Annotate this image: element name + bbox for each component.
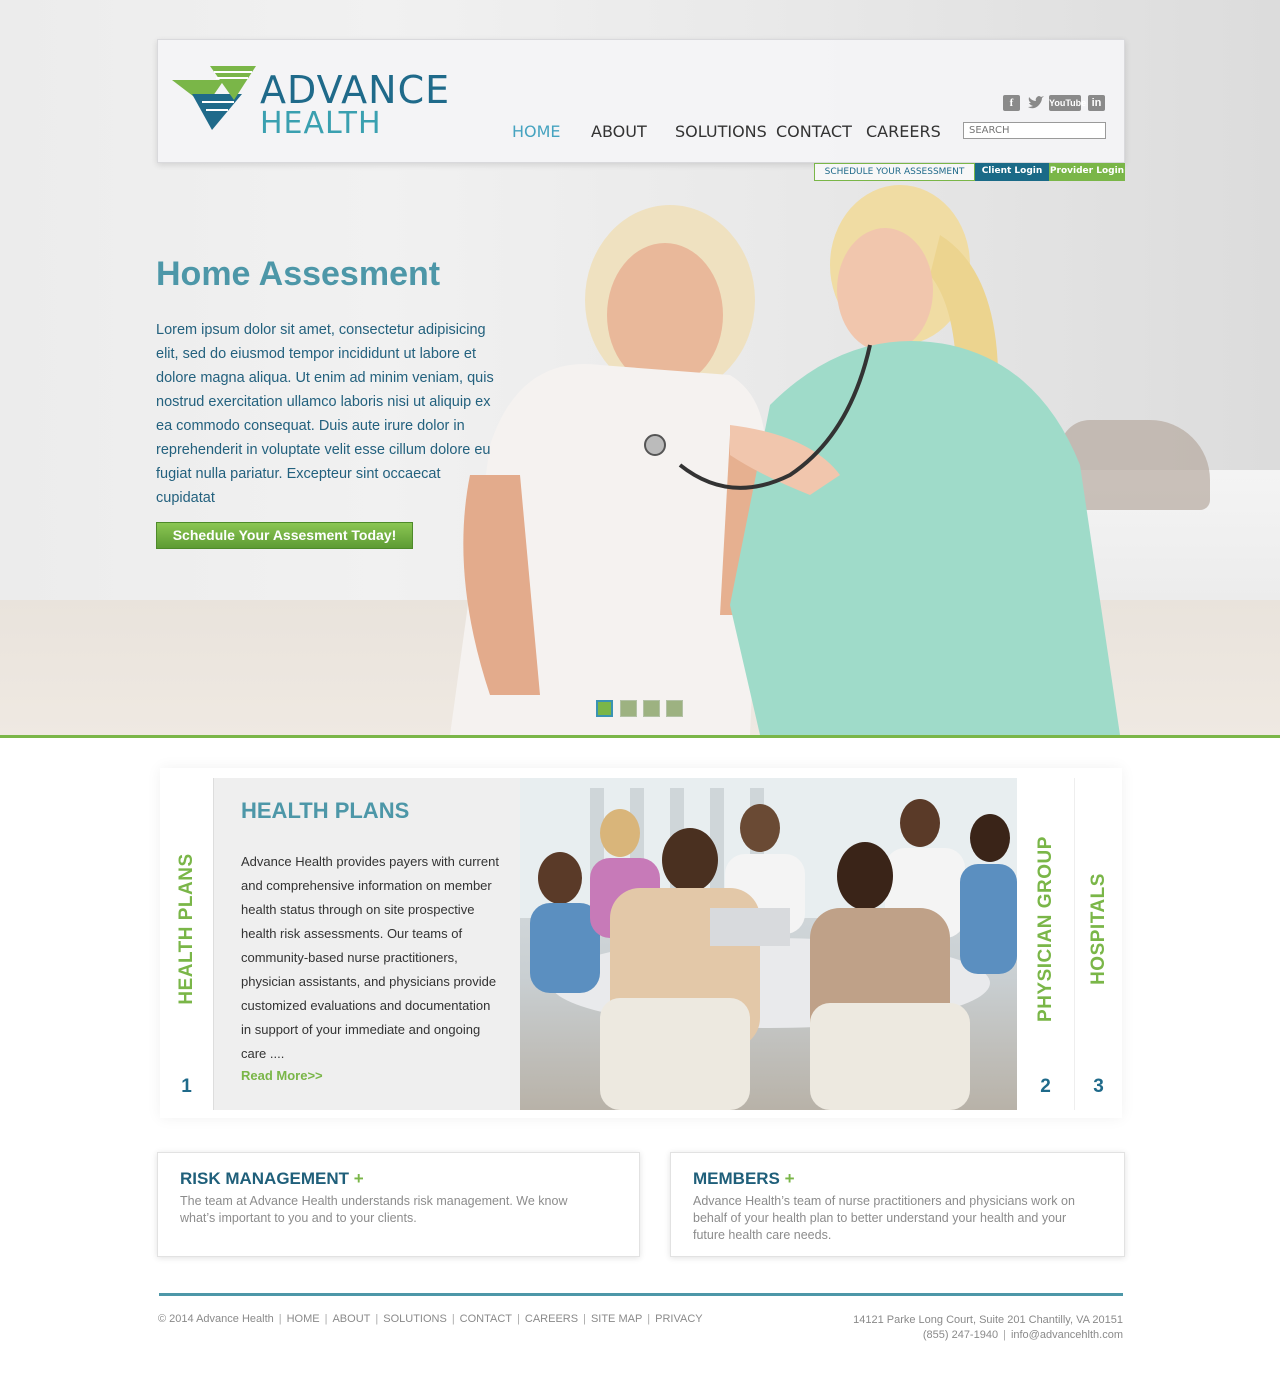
footer-email[interactable]: info@advancehlth.com — [1011, 1329, 1123, 1341]
tab-physician-group[interactable]: PHYSICIAN GROUP 2 — [1017, 778, 1074, 1110]
twitter-bird-glyph — [1028, 96, 1044, 109]
panel-title: HEALTH PLANS — [241, 798, 410, 823]
tab-hospitals[interactable]: HOSPITALS 3 — [1074, 778, 1122, 1110]
footer-link-privacy[interactable]: PRIVACY — [655, 1313, 702, 1325]
hero-bottom-divider — [0, 735, 1280, 738]
panel-body: Advance Health provides payers with curr… — [241, 854, 499, 1061]
risk-management-title-text: RISK MANAGEMENT — [180, 1169, 350, 1188]
provider-login-button[interactable]: Provider Login — [1049, 163, 1125, 181]
footer-link-home[interactable]: HOME — [287, 1313, 320, 1325]
risk-management-body: The team at Advance Health understands r… — [180, 1194, 568, 1225]
footer-link-careers[interactable]: CAREERS — [525, 1313, 578, 1325]
tab-physician-group-number: 2 — [1040, 1076, 1051, 1097]
nav-careers[interactable]: CAREERS — [866, 122, 941, 141]
nav-solutions[interactable]: SOLUTIONS — [675, 122, 767, 141]
tab-health-plans-label: HEALTH PLANS — [175, 853, 197, 1005]
tab-hospitals-number: 3 — [1093, 1076, 1104, 1097]
footer-link-about[interactable]: ABOUT — [332, 1313, 370, 1325]
tab-health-plans[interactable]: HEALTH PLANS 1 — [160, 778, 213, 1110]
hero-body: Lorem ipsum dolor sit amet, consectetur … — [156, 322, 494, 506]
footer-link-solutions[interactable]: SOLUTIONS — [383, 1313, 447, 1325]
nav-contact[interactable]: CONTACT — [776, 122, 852, 141]
slider-dot-2[interactable] — [620, 700, 637, 717]
hero-title: Home Assesment — [156, 255, 441, 293]
members-body: Advance Health’s team of nurse practitio… — [693, 1194, 1075, 1242]
slider-dot-3[interactable] — [643, 700, 660, 717]
footer-link-contact[interactable]: CONTACT — [460, 1313, 512, 1325]
logo-wordmark-health: HEALTH — [260, 106, 382, 141]
footer-address: 14121 Parke Long Court, Suite 201 Chanti… — [853, 1314, 1123, 1326]
tab-hospitals-label: HOSPITALS — [1087, 873, 1109, 985]
footer-divider — [159, 1293, 1123, 1296]
members-title: MEMBERS + — [693, 1169, 795, 1189]
members-title-text: MEMBERS — [693, 1169, 780, 1188]
footer-copyright: © 2014 Advance Health — [158, 1313, 274, 1325]
youtube-icon[interactable]: YouTube — [1049, 95, 1086, 111]
read-more-link[interactable]: Read More>> — [241, 1068, 323, 1083]
tab-health-plans-number: 1 — [181, 1076, 192, 1097]
footer-phone: (855) 247-1940 — [922, 1329, 999, 1341]
logo-mark-icon — [172, 66, 256, 130]
hero-photo-nurse-and-patient — [450, 185, 1120, 735]
tab-physician-group-label: PHYSICIAN GROUP — [1034, 836, 1056, 1022]
site-header: ADVANCE HEALTH HOME ABOUT SOLUTIONS CONT… — [157, 39, 1125, 163]
schedule-assessment-button[interactable]: SCHEDULE YOUR ASSESSMENT — [814, 163, 975, 181]
members-card[interactable]: MEMBERS + Advance Health’s team of nurse… — [670, 1152, 1125, 1257]
medical-team-meeting-image — [520, 778, 1017, 1110]
facebook-icon[interactable]: f — [1003, 95, 1020, 111]
search-input[interactable] — [963, 122, 1106, 139]
slider-dot-4[interactable] — [666, 700, 683, 717]
nav-about[interactable]: ABOUT — [591, 122, 647, 141]
risk-management-card[interactable]: RISK MANAGEMENT + The team at Advance He… — [157, 1152, 640, 1257]
linkedin-icon[interactable]: in — [1088, 95, 1105, 111]
health-plans-panel: HEALTH PLANS Advance Health provides pay… — [213, 778, 520, 1110]
footer-links: © 2014 Advance Health | HOME | ABOUT | SOLUTIO… — [158, 1313, 703, 1325]
nav-home[interactable]: HOME — [512, 122, 561, 141]
members-expand-icon[interactable]: + — [785, 1169, 795, 1188]
footer-link-site-map[interactable]: SITE MAP — [591, 1313, 642, 1325]
risk-management-expand-icon[interactable]: + — [354, 1169, 364, 1188]
advance-health-logo[interactable]: ADVANCE HEALTH — [172, 66, 452, 141]
health-plans-photo — [520, 778, 1017, 1110]
client-login-button[interactable]: Client Login — [975, 163, 1049, 181]
twitter-icon[interactable] — [1027, 95, 1044, 111]
schedule-assessment-cta-button[interactable]: Schedule Your Assesment Today! — [156, 522, 413, 549]
footer-contact-info: 14121 Parke Long Court, Suite 201 Chanti… — [853, 1314, 1123, 1341]
risk-management-title: RISK MANAGEMENT + — [180, 1169, 364, 1189]
slider-dot-1[interactable] — [596, 700, 613, 717]
